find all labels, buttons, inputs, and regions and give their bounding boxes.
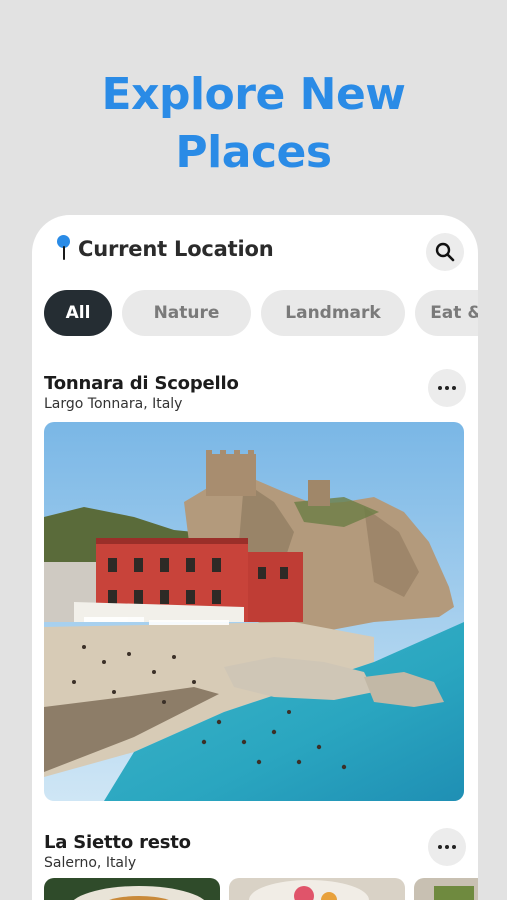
place-location: Largo Tonnara, Italy bbox=[44, 396, 183, 412]
headline-line-1: Explore New bbox=[101, 69, 406, 120]
place-card-header: Tonnara di Scopello Largo Tonnara, Italy bbox=[44, 369, 466, 412]
more-options-button[interactable] bbox=[428, 828, 466, 866]
food-photo-thumbnail[interactable] bbox=[44, 878, 220, 900]
more-options-button[interactable] bbox=[428, 369, 466, 407]
food-photo-thumbnail[interactable] bbox=[414, 878, 478, 900]
place-name[interactable]: La Sietto resto bbox=[44, 832, 466, 853]
place-photo-strip bbox=[44, 878, 478, 900]
category-chip-landmark[interactable]: Landmark bbox=[261, 290, 405, 336]
place-location: Salerno, Italy bbox=[44, 855, 137, 871]
category-chip-all[interactable]: All bbox=[44, 290, 112, 336]
promo-headline: Explore New Places bbox=[0, 66, 507, 182]
current-location-label: Current Location bbox=[78, 237, 274, 261]
headline-line-2: Places bbox=[175, 127, 332, 178]
more-horizontal-icon bbox=[438, 386, 442, 390]
search-icon bbox=[435, 242, 455, 262]
category-chip-nature[interactable]: Nature bbox=[122, 290, 251, 336]
place-name[interactable]: Tonnara di Scopello bbox=[44, 373, 466, 394]
current-location-header[interactable]: Current Location bbox=[56, 232, 274, 266]
place-photo[interactable] bbox=[44, 422, 464, 801]
food-photo-thumbnail[interactable] bbox=[229, 878, 405, 900]
category-filter-bar: All Nature Landmark Eat & Drink bbox=[44, 290, 478, 336]
more-horizontal-icon bbox=[438, 845, 442, 849]
search-button[interactable] bbox=[426, 233, 464, 271]
place-card-header-2: La Sietto resto Salerno, Italy bbox=[44, 828, 466, 871]
app-screen-card: Current Location All Nature Landmark Eat… bbox=[32, 215, 478, 900]
map-pin-icon bbox=[56, 235, 72, 263]
coastal-photo-image bbox=[44, 422, 464, 801]
category-chip-eat-drink[interactable]: Eat & Drink bbox=[415, 290, 478, 336]
